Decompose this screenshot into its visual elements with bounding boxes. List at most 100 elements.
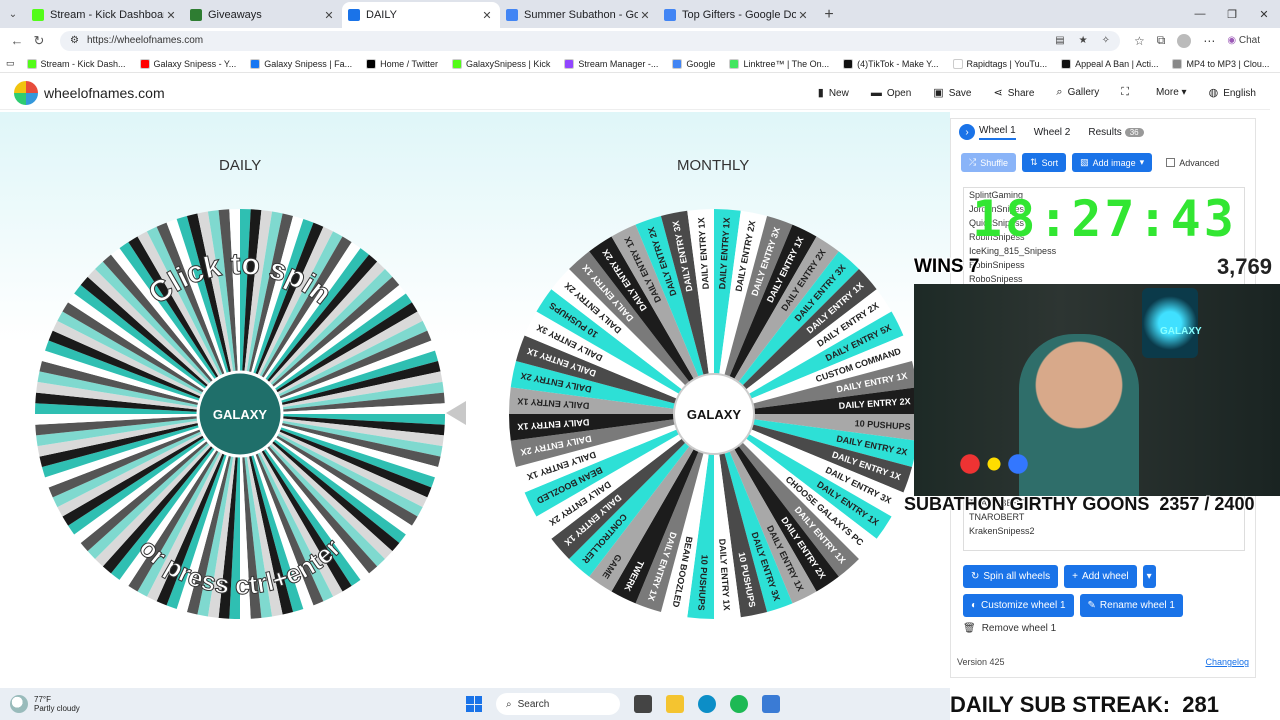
gallery-button[interactable]: ⌕ Gallery [1056,86,1099,99]
bookmark-item[interactable]: Home / Twitter [366,58,438,69]
collections-icon[interactable]: ⧉ [1157,33,1166,48]
windows-start-icon[interactable] [466,696,482,712]
new-button[interactable]: ▮ New [818,86,849,99]
bookmark-item[interactable]: MP4 to MP3 | Clou... [1172,58,1270,69]
add-wheel-button[interactable]: + Add wheel [1064,565,1137,588]
chat-button[interactable]: ◉ Chat [1227,35,1260,46]
cam-poster-label: GALAXY [1160,326,1202,337]
url-input[interactable]: ⚙ https://wheelofnames.com ▤ ★ ✧ [60,30,1120,51]
tab-close-icon[interactable]: ✕ [480,9,494,22]
bookmark-item[interactable]: Stream Manager -... [564,58,658,69]
tab-close-icon[interactable]: ✕ [796,9,810,22]
reload-icon[interactable]: ↻ [28,33,50,49]
menu-dots-icon[interactable]: ⋯ [1203,34,1215,48]
remove-wheel-button[interactable]: 🗑 Remove wheel 1 [963,623,1253,634]
sort-button[interactable]: ⇅ Sort [1022,153,1067,172]
add-image-button[interactable]: ▧ Add image ▾ [1072,153,1153,172]
tab-wheel-1[interactable]: Wheel 1 [979,125,1016,140]
file-explorer-icon[interactable] [666,695,684,713]
bookmark-star-icon[interactable]: ★ [1079,35,1088,46]
browser-tab[interactable]: Giveaways ✕ [184,2,342,28]
add-wheel-dropdown[interactable]: ▾ [1142,565,1156,588]
tab-results[interactable]: Results 36 [1088,127,1144,138]
tab-search-chevron-icon[interactable]: ⌄ [0,0,26,28]
bookmark-label: Appeal A Ban | Acti... [1075,58,1159,69]
name-entry: KrakenSnipess2 [969,526,1035,536]
daily-wheel[interactable]: GALAXYClick to spinor press ctrl+enter [30,204,450,624]
temperature: 77°F [34,695,51,704]
url-text: https://wheelofnames.com [86,35,204,46]
back-icon[interactable]: ← [6,33,28,48]
wheelofnames-logo-icon[interactable] [14,80,38,105]
rename-wheel-button[interactable]: ✎ Rename wheel 1 [1079,594,1183,617]
minimize-icon[interactable]: — [1184,0,1216,28]
monthly-wheel[interactable]: DAILY ENTRY 1X DAILY ENTRY 2XDAILY ENTRY … [504,204,924,624]
caret-down-icon: ▾ [1139,157,1145,167]
restore-icon[interactable]: ❐ [1216,0,1248,28]
weather-condition: Partly cloudy [34,704,80,713]
sidebar-toggle-icon[interactable]: ▭ [6,58,15,69]
fullscreen-button[interactable]: ⛶ [1121,86,1134,99]
browser-tab[interactable]: Top Gifters - Google Docs ✕ [658,2,816,28]
bookmark-item[interactable]: (4)TikTok - Make Y... [843,58,939,69]
window-controls: — ❐ ✕ [1184,0,1280,28]
favorites-icon[interactable]: ☆ [1134,34,1145,48]
folder-icon: ▬ [870,86,882,99]
profile-avatar[interactable] [1177,33,1192,48]
save-button[interactable]: ▣ Save [933,86,971,99]
tab-close-icon[interactable]: ✕ [164,9,178,22]
tab-label: Top Gifters - Google Docs [682,9,796,21]
new-tab-button[interactable]: + [816,2,842,28]
customize-label: Customize wheel 1 [981,600,1066,611]
tab-favicon-icon [190,9,202,21]
customize-wheel-button[interactable]: ◐ Customize wheel 1 [963,594,1074,617]
app-icon[interactable] [762,695,780,713]
bookmark-item[interactable]: Google [672,58,715,69]
bookmark-favicon-icon [26,58,37,69]
tab-close-icon[interactable]: ✕ [638,9,652,22]
shuffle-icon: ⤮ [969,157,977,167]
more-label: More [1155,87,1179,98]
browser-tab[interactable]: Summer Subathon - Google Docs✕ [500,2,658,28]
open-button[interactable]: ▬ Open [871,87,911,99]
bookmark-item[interactable]: Appeal A Ban | Acti... [1061,58,1159,69]
task-view-icon[interactable] [634,695,652,713]
site-info-icon[interactable]: ⚙ [70,35,79,46]
edge-icon[interactable] [698,695,716,713]
changelog-link[interactable]: Changelog [1205,657,1249,667]
bookmark-label: Galaxy Snipess | Fa... [264,58,353,69]
language-button[interactable]: ◍ English [1209,86,1256,99]
weather-widget[interactable]: 77°F Partly cloudy [10,695,80,713]
close-window-icon[interactable]: ✕ [1248,0,1280,28]
palette-icon: ◐ [971,600,978,611]
extensions-icon[interactable]: ✧ [1102,35,1110,46]
reader-icon[interactable]: ▤ [1055,35,1064,46]
webcam-feed: GALAXY [914,284,1280,496]
tab-close-icon[interactable]: ✕ [322,9,336,22]
address-bar-row: ← ↻ ⚙ https://wheelofnames.com ▤ ★ ✧ ☆ ⧉… [0,28,1280,53]
save-icon: ▣ [933,87,944,99]
share-button[interactable]: ⋖ Share [994,86,1035,99]
browser-tab[interactable]: Stream - Kick Dashboard ✕ [26,2,184,28]
bookmark-label: MP4 to MP3 | Clou... [1186,58,1270,69]
bookmark-item[interactable]: Linktree™ | The On... [729,58,829,69]
spotify-icon[interactable] [730,695,748,713]
bookmark-item[interactable]: Galaxy Snipess - Y... [139,58,236,69]
bookmark-item[interactable]: Rapidtags | YouTu... [952,58,1047,69]
wins-counter: WINS 7 [914,256,979,278]
bookmark-item[interactable]: GalaxySnipess | Kick [452,58,550,69]
advanced-checkbox[interactable]: Advanced [1166,158,1219,168]
bookmark-item[interactable]: Stream - Kick Dash... [26,58,126,69]
browser-tab[interactable]: DAILY ✕ [342,2,500,28]
streak-value: 281 [1182,692,1219,717]
spin-all-wheels-button[interactable]: ↻ Spin all wheels [963,565,1059,588]
subathon-goal: SUBATHON GIRTHY GOONS 2357 / 2400 [904,494,1254,515]
bookmark-item[interactable]: Galaxy Snipess | Fa... [250,58,353,69]
shuffle-button[interactable]: ⤮ Shuffle [961,153,1017,172]
tab-wheel-2[interactable]: Wheel 2 [1034,127,1071,138]
monthly-wheel-title: MONTHLY [677,157,750,174]
collapse-arrow-icon[interactable]: › [959,124,975,140]
more-button[interactable]: More ▾ [1156,87,1187,98]
taskbar-search-input[interactable]: ⌕ Search [496,693,620,715]
site-logo-text[interactable]: wheelofnames.com [44,85,165,101]
